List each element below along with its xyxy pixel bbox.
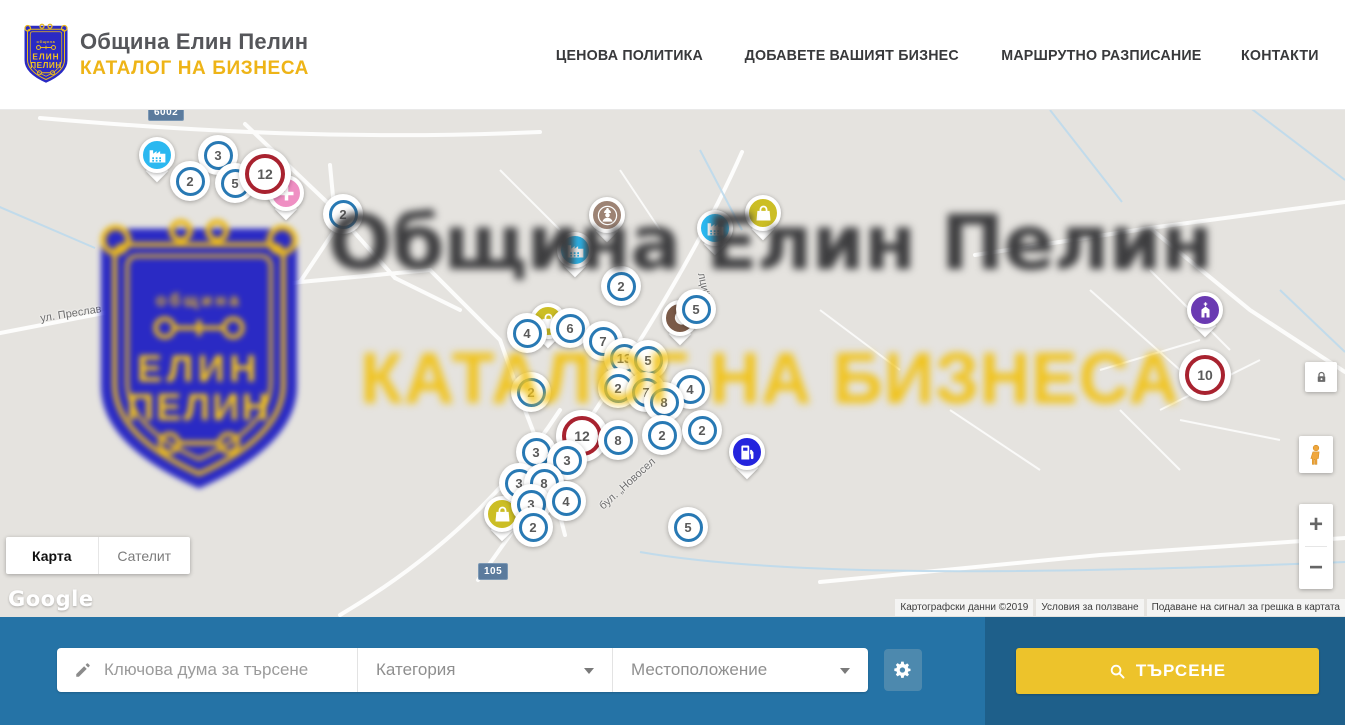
cluster-count: 5 [634, 346, 663, 375]
factory-pin-marker[interactable] [692, 208, 738, 258]
attribution-copyright: Картографски данни ©2019 [895, 599, 1033, 616]
worker-icon [589, 197, 625, 233]
cluster-marker[interactable]: 12 [239, 148, 291, 200]
search-submit-label: ТЪРСЕНЕ [1136, 661, 1226, 681]
location-dropdown-label: Местоположение [631, 660, 767, 680]
category-dropdown-label: Категория [376, 660, 455, 680]
cluster-marker[interactable]: 4 [546, 481, 586, 521]
map-type-control: Карта Сателит [6, 537, 190, 574]
cluster-marker[interactable]: 2 [170, 161, 210, 201]
cluster-count: 5 [674, 513, 703, 542]
factory-icon [139, 137, 175, 173]
keyword-search-input[interactable] [104, 660, 343, 680]
nav-contacts[interactable]: КОНТАКТИ [1241, 47, 1319, 64]
advanced-settings-button[interactable] [884, 649, 922, 691]
site-subtitle: КАТАЛОГ НА БИЗНЕСА [80, 58, 309, 80]
cluster-count: 2 [329, 200, 358, 229]
pegman-icon [1305, 442, 1327, 468]
cluster-marker[interactable]: 5 [668, 507, 708, 547]
zoom-out-button[interactable]: − [1299, 547, 1333, 589]
chevron-down-icon [584, 668, 594, 674]
category-dropdown[interactable]: Категория [357, 648, 612, 692]
cluster-count: 6 [556, 314, 585, 343]
cluster-marker[interactable]: 8 [598, 420, 638, 460]
map-type-map-button[interactable]: Карта [6, 537, 98, 574]
cluster-marker[interactable]: 2 [511, 372, 551, 412]
markers-layer: 3251222564713522748128223338342510 [0, 110, 1345, 617]
chevron-down-icon [840, 668, 850, 674]
zoom-control: + − [1299, 504, 1333, 589]
lock-icon [1314, 370, 1329, 385]
google-logo[interactable]: Google [8, 587, 94, 611]
cluster-count: 4 [552, 487, 581, 516]
street-view-pegman-button[interactable] [1299, 436, 1333, 473]
title-block: Община Елин Пелин КАТАЛОГ НА БИЗНЕСА [80, 29, 309, 80]
cluster-marker[interactable]: 2 [682, 410, 722, 450]
municipality-crest-icon [21, 22, 71, 86]
church-icon [1187, 292, 1223, 328]
cluster-marker[interactable]: 5 [676, 289, 716, 329]
cluster-marker[interactable]: 10 [1179, 349, 1231, 401]
church-pin-marker[interactable] [1182, 290, 1228, 340]
shopping-bag-icon [745, 195, 781, 231]
cluster-marker[interactable]: 2 [642, 415, 682, 455]
attribution-report-error-link[interactable]: Подаване на сигнал за грешка в картата [1147, 599, 1345, 616]
cluster-count: 12 [245, 154, 285, 194]
cluster-count: 2 [607, 272, 636, 301]
search-bar: Категория Местоположение ТЪРСЕНЕ [0, 617, 1345, 725]
cluster-count: 4 [513, 319, 542, 348]
search-submit-button[interactable]: ТЪРСЕНЕ [1016, 648, 1319, 694]
worker-pin-marker[interactable] [584, 195, 630, 245]
cluster-count: 10 [1185, 355, 1225, 395]
location-dropdown[interactable]: Местоположение [612, 648, 868, 692]
map-type-satellite-button[interactable]: Сателит [98, 537, 191, 574]
map-canvas[interactable]: 6002 105 ул. Преслав бул. „Новосел лци“ … [0, 110, 1345, 617]
cluster-count: 2 [688, 416, 717, 445]
cluster-count: 2 [517, 378, 546, 407]
page: Община Елин Пелин КАТАЛОГ НА БИЗНЕСА ЦЕН… [0, 0, 1345, 725]
fuel-icon [729, 434, 765, 470]
cluster-marker[interactable]: 2 [601, 266, 641, 306]
factory-icon [697, 210, 733, 246]
site-logo[interactable]: Община Елин Пелин КАТАЛОГ НА БИЗНЕСА [21, 22, 309, 86]
main-nav: ЦЕНОВА ПОЛИТИКА ДОБАВЕТЕ ВАШИЯТ БИЗНЕС М… [552, 0, 1321, 110]
fuel-pin-marker[interactable] [724, 432, 770, 482]
cluster-marker[interactable]: 4 [507, 313, 547, 353]
attribution-terms-link[interactable]: Условия за ползване [1036, 599, 1143, 616]
search-icon [1109, 663, 1126, 680]
keyword-field[interactable] [57, 648, 357, 692]
cluster-count: 8 [650, 388, 679, 417]
nav-pricing[interactable]: ЦЕНОВА ПОЛИТИКА [556, 47, 703, 64]
zoom-in-button[interactable]: + [1299, 504, 1333, 546]
nav-add-business[interactable]: ДОБАВЕТЕ ВАШИЯТ БИЗНЕС [745, 47, 959, 64]
shopping-bag-pin-marker[interactable] [740, 193, 786, 243]
cluster-count: 2 [176, 167, 205, 196]
cluster-marker[interactable]: 2 [513, 507, 553, 547]
gear-icon [893, 660, 913, 680]
cluster-count: 2 [519, 513, 548, 542]
lock-button[interactable] [1305, 362, 1337, 392]
cluster-count: 2 [648, 421, 677, 450]
cluster-marker[interactable]: 2 [323, 194, 363, 234]
map-attribution: Картографски данни ©2019 Условия за полз… [895, 599, 1345, 616]
cluster-count: 8 [604, 426, 633, 455]
cluster-count: 5 [682, 295, 711, 324]
header: Община Елин Пелин КАТАЛОГ НА БИЗНЕСА ЦЕН… [0, 0, 1345, 110]
site-title: Община Елин Пелин [80, 29, 309, 55]
search-fields: Категория Местоположение [57, 648, 868, 692]
pencil-icon [74, 661, 92, 679]
nav-route-schedule[interactable]: МАРШРУТНО РАЗПИСАНИЕ [1002, 47, 1202, 64]
